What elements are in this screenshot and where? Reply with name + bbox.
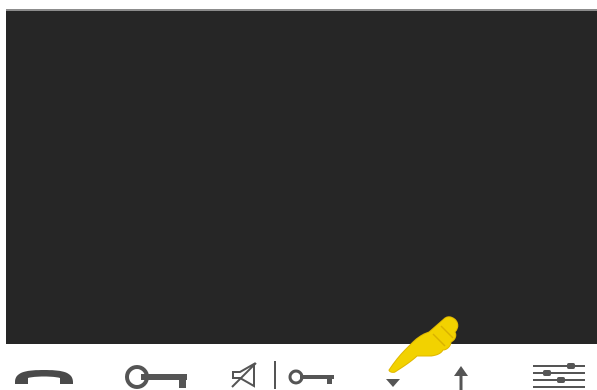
menu-button[interactable] [531, 362, 587, 390]
handset-icon [15, 370, 73, 384]
arrow-down-icon [386, 379, 400, 387]
arrow-up-icon [454, 366, 468, 390]
speaker-muted-icon [231, 362, 257, 388]
key-icon [125, 365, 187, 389]
key-small-icon [288, 369, 334, 385]
video-display [6, 9, 597, 344]
mute-door-open-button[interactable] [230, 360, 338, 390]
scroll-down-button[interactable] [384, 372, 402, 388]
sliders-menu-icon [533, 363, 585, 388]
control-toolbar [0, 346, 597, 390]
door-open-button[interactable] [124, 364, 192, 390]
hang-up-button[interactable] [12, 366, 76, 386]
scroll-up-button[interactable] [452, 366, 470, 390]
